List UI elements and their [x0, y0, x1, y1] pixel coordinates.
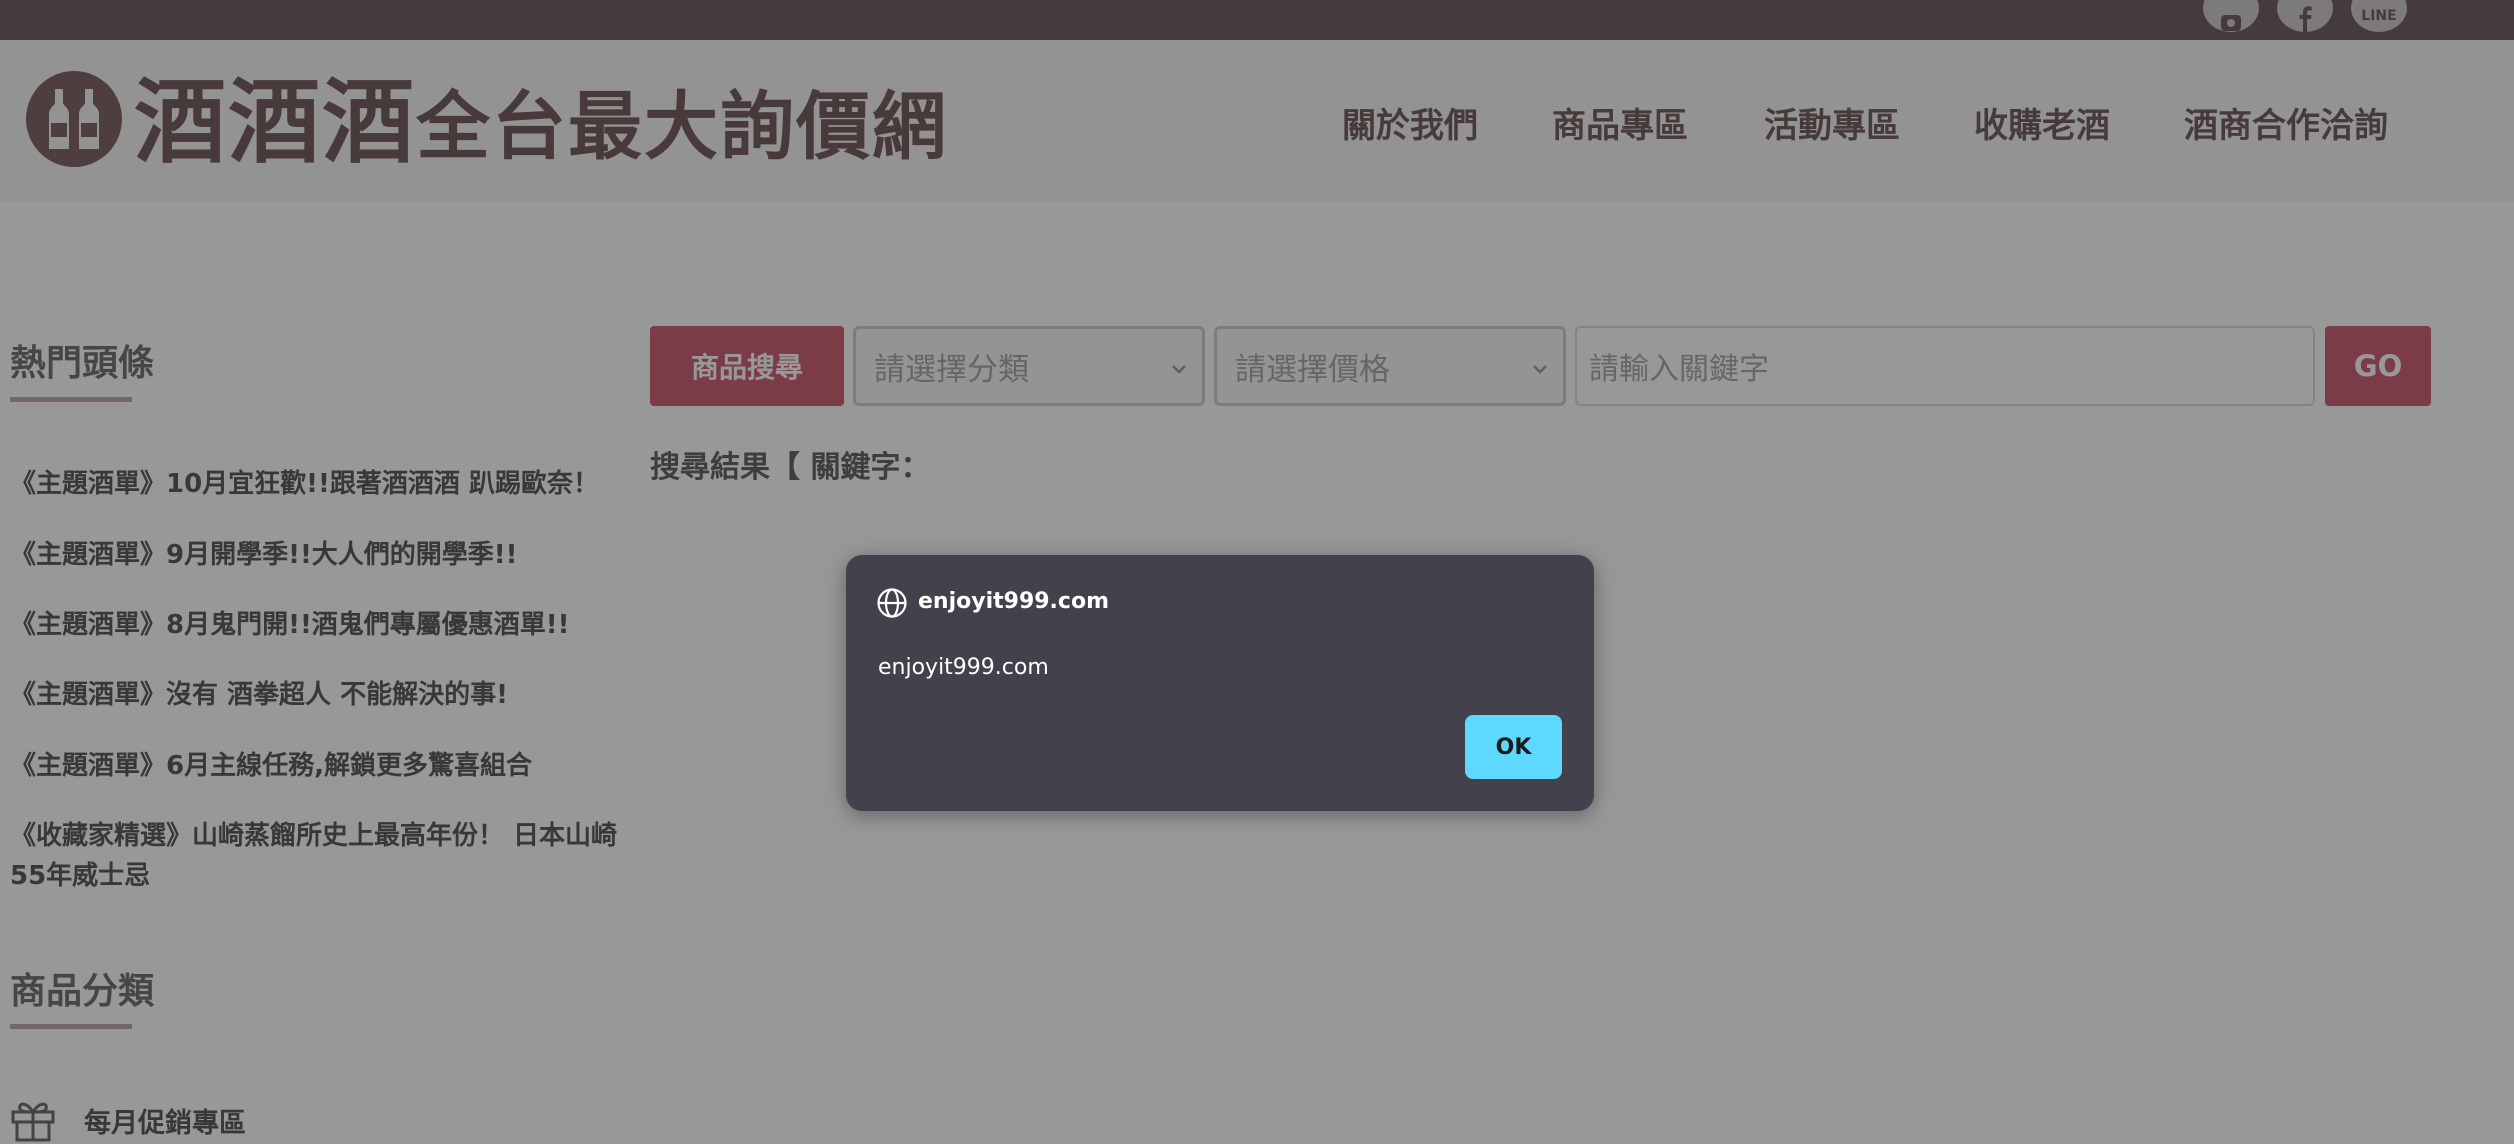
dialog-message: enjoyit999.com — [878, 655, 1049, 680]
globe-icon — [877, 588, 907, 618]
dialog-title: enjoyit999.com — [918, 589, 1109, 614]
page: LINE 酒酒酒 全台最大詢價網 關於我們 商品專區 活動專區 收購老酒 酒商合… — [0, 0, 2514, 1144]
ok-button[interactable]: OK — [1465, 715, 1562, 779]
alert-dialog: enjoyit999.com enjoyit999.com OK — [846, 555, 1594, 811]
